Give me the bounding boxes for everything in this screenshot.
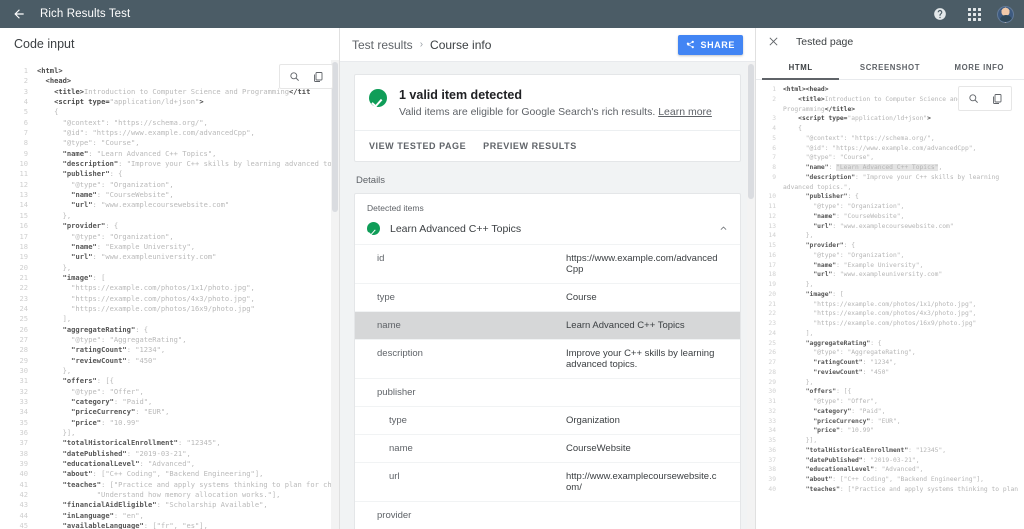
tested-page-code-text[interactable]: 1<html><head> 2 <title>Introduction to C… (756, 80, 1024, 529)
breadcrumb-root[interactable]: Test results (352, 38, 413, 52)
apps-grid-icon[interactable] (964, 4, 984, 24)
share-button[interactable]: SHARE (678, 35, 743, 55)
arrow-back-icon[interactable] (10, 5, 28, 23)
tab-html[interactable]: HTML (756, 55, 845, 79)
detected-item-row[interactable]: Learn Advanced C++ Topics (355, 215, 740, 244)
learn-more-link[interactable]: Learn more (658, 106, 712, 118)
status-card: 1 valid item detected Valid items are el… (354, 74, 741, 162)
property-key: publisher (355, 379, 560, 407)
results-scrollbar[interactable] (747, 62, 755, 529)
view-tested-page-button[interactable]: VIEW TESTED PAGE (369, 141, 466, 151)
tab-screenshot[interactable]: SCREENSHOT (845, 55, 934, 79)
table-row[interactable]: provider (355, 502, 740, 529)
check-circle-icon (369, 89, 387, 107)
close-icon[interactable] (767, 35, 780, 48)
copy-icon[interactable] (311, 70, 324, 83)
status-summary: 1 valid item detected Valid items are el… (355, 75, 740, 130)
property-value: https://www.example.com/advancedCpp (560, 245, 740, 284)
property-value: Learn Advanced C++ Topics (560, 312, 740, 340)
tested-page-code-toolbar (958, 86, 1012, 111)
table-row[interactable]: typeOrganization (355, 407, 740, 435)
details-label: Details (356, 175, 741, 186)
property-value: http://www.examplecoursewebsite.com/ (560, 463, 740, 502)
tab-more-info[interactable]: MORE INFO (935, 55, 1024, 79)
tested-page-code-viewer[interactable]: 1<html><head> 2 <title>Introduction to C… (756, 80, 1024, 529)
code-input-header: Code input (0, 28, 339, 60)
results-toolbar: Test results › Course info SHARE (340, 28, 755, 62)
status-card-actions: VIEW TESTED PAGE PREVIEW RESULTS (355, 130, 740, 161)
help-icon[interactable] (930, 4, 950, 24)
table-row[interactable]: descriptionImprove your C++ skills by le… (355, 340, 740, 379)
detected-item-name: Learn Advanced C++ Topics (390, 223, 709, 235)
status-subtitle-text: Valid items are eligible for Google Sear… (399, 106, 655, 118)
code-input-text[interactable]: 1<html> 2 <head> 3 <title>Introduction t… (0, 60, 339, 529)
search-icon[interactable] (967, 92, 980, 105)
table-row[interactable]: typeCourse (355, 284, 740, 312)
check-circle-icon (367, 222, 380, 235)
property-key: id (355, 245, 560, 284)
search-icon[interactable] (288, 70, 301, 83)
status-title: 1 valid item detected (399, 88, 712, 102)
table-row[interactable]: publisher (355, 379, 740, 407)
share-icon (686, 40, 695, 49)
detected-items-label: Detected items (355, 194, 740, 215)
breadcrumb-separator: › (420, 39, 423, 50)
tested-page-header: Tested page (756, 28, 1024, 55)
copy-icon[interactable] (990, 92, 1003, 105)
property-key: url (355, 463, 560, 502)
table-row[interactable]: nameCourseWebsite (355, 435, 740, 463)
property-value: Improve your C++ skills by learning adva… (560, 340, 740, 379)
property-key: name (355, 435, 560, 463)
preview-results-button[interactable]: PREVIEW RESULTS (483, 141, 577, 151)
breadcrumb-current: Course info (430, 38, 491, 52)
code-input-panel: Code input 1<html> 2 <head> 3 <title>Int… (0, 28, 340, 529)
tested-page-panel: Tested page HTML SCREENSHOT MORE INFO 1<… (755, 28, 1024, 529)
table-row[interactable]: nameLearn Advanced C++ Topics (355, 312, 740, 340)
property-value: Organization (560, 407, 740, 435)
results-scroll-area[interactable]: 1 valid item detected Valid items are el… (340, 62, 755, 529)
property-key: name (355, 312, 560, 340)
detected-items-card: Detected items Learn Advanced C++ Topics… (354, 193, 741, 529)
property-key: type (355, 407, 560, 435)
rich-results-test-app: Rich Results Test Code input (0, 0, 1024, 529)
property-value: CourseWebsite (560, 435, 740, 463)
property-value: Course (560, 284, 740, 312)
property-table: idhttps://www.example.com/advancedCpptyp… (355, 244, 740, 529)
tested-page-title: Tested page (796, 36, 853, 48)
property-key: description (355, 340, 560, 379)
test-results-panel: Test results › Course info SHARE 1 v (340, 28, 755, 529)
property-value (560, 379, 740, 407)
status-text-block: 1 valid item detected Valid items are el… (399, 88, 712, 118)
code-input-editor[interactable]: 1<html> 2 <head> 3 <title>Introduction t… (0, 60, 339, 529)
tested-page-tabs: HTML SCREENSHOT MORE INFO (756, 55, 1024, 80)
chevron-up-icon[interactable] (719, 224, 728, 233)
app-header: Rich Results Test (0, 0, 1024, 28)
code-input-title: Code input (14, 37, 74, 51)
status-subtitle: Valid items are eligible for Google Sear… (399, 106, 712, 118)
table-row[interactable]: urlhttp://www.examplecoursewebsite.com/ (355, 463, 740, 502)
property-key: type (355, 284, 560, 312)
code-input-scrollbar[interactable] (331, 60, 339, 529)
share-button-label: SHARE (700, 40, 735, 50)
app-title: Rich Results Test (40, 8, 130, 20)
code-input-toolbar (279, 64, 333, 89)
account-avatar[interactable] (997, 6, 1014, 23)
main-body: Code input 1<html> 2 <head> 3 <title>Int… (0, 28, 1024, 529)
property-key: provider (355, 502, 560, 529)
table-row[interactable]: idhttps://www.example.com/advancedCpp (355, 245, 740, 284)
property-value (560, 502, 740, 529)
